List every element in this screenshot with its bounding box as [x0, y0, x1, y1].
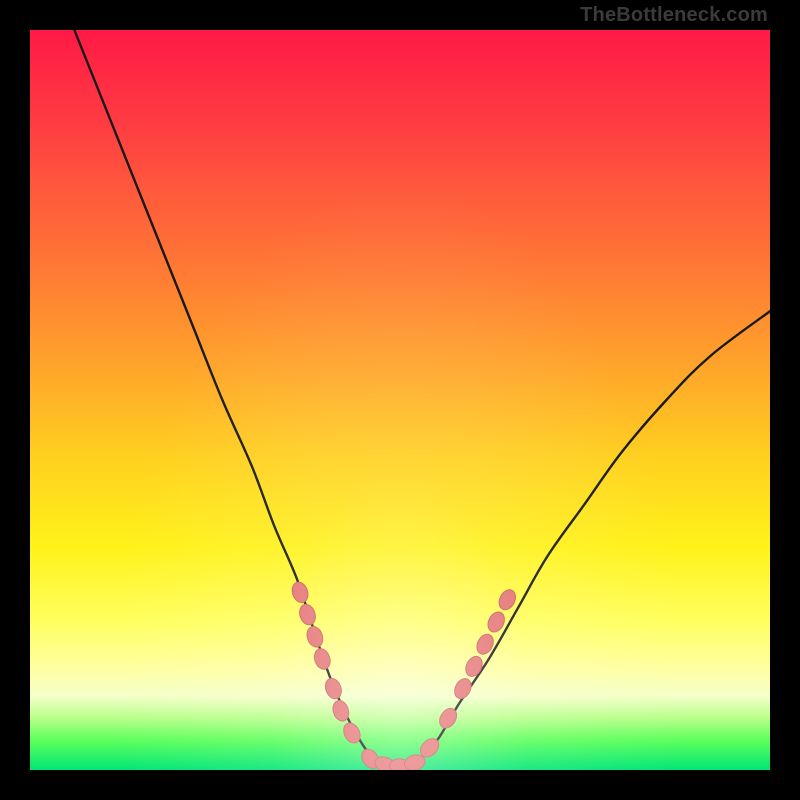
bottleneck-curve-path: [74, 30, 770, 770]
curve-marker: [403, 753, 427, 770]
curve-marker: [436, 705, 460, 731]
curve-marker: [304, 624, 325, 649]
curve-marker-group: [290, 580, 519, 770]
chart-frame: TheBottleneck.com: [0, 0, 800, 800]
curve-marker: [389, 758, 411, 770]
curve-marker: [330, 698, 351, 723]
curve-marker: [463, 654, 486, 679]
curve-marker: [373, 754, 398, 770]
watermark-label: TheBottleneck.com: [580, 4, 768, 27]
curve-marker: [451, 676, 474, 701]
curve-marker: [312, 647, 333, 672]
curve-marker: [297, 602, 318, 627]
curve-marker: [358, 746, 382, 770]
curve-marker: [474, 631, 497, 656]
curve-marker: [290, 580, 311, 605]
curve-marker: [485, 609, 508, 634]
bottleneck-curve-svg: [30, 30, 770, 770]
curve-marker: [496, 587, 519, 612]
curve-marker: [417, 735, 442, 760]
plot-area: [30, 30, 770, 770]
curve-marker: [323, 676, 344, 701]
curve-marker: [340, 720, 363, 745]
